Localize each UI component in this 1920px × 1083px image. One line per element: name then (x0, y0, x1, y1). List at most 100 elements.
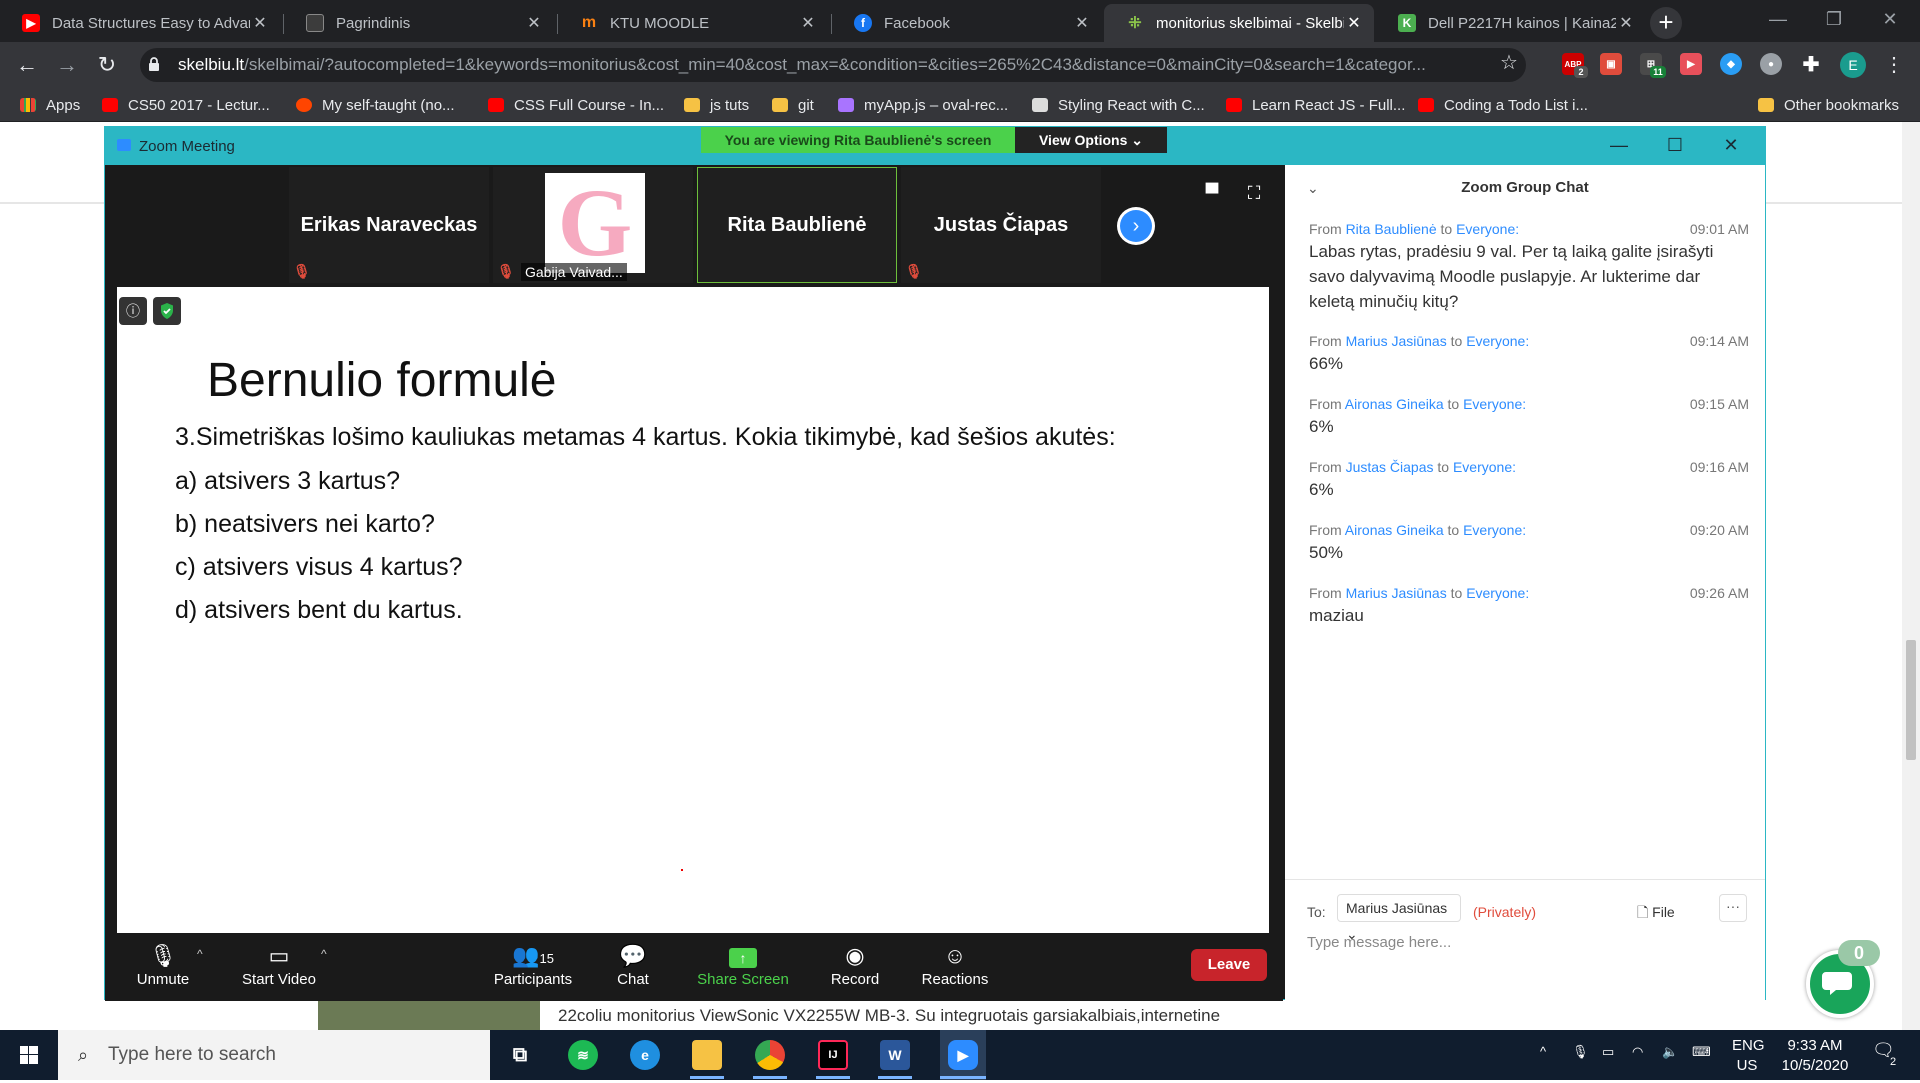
leave-button[interactable]: Leave (1191, 949, 1267, 981)
close-tab-icon[interactable]: ✕ (1616, 13, 1636, 33)
battery-icon[interactable]: ▭ (1602, 1044, 1614, 1060)
file-button[interactable]: 🗋 File (1637, 902, 1675, 926)
zoom-window-title: Zoom Meeting (139, 138, 235, 155)
tab-skelbiu[interactable]: ⁜ monitorius skelbimai - Skelbiu.lt ✕ (1104, 4, 1374, 42)
volume-icon[interactable]: 🔈 (1662, 1044, 1678, 1060)
close-window-icon[interactable]: ✕ (1862, 0, 1918, 38)
file-explorer-icon[interactable] (692, 1040, 722, 1070)
layout-toggle-icon[interactable]: ▀ (1201, 183, 1223, 205)
bookmark-label: js tuts (710, 96, 750, 114)
bookmark-styling-react[interactable]: Styling React with C... (1032, 95, 1205, 115)
listing-description[interactable]: 22coliu monitorius ViewSonic VX2255W MB-… (558, 1006, 1220, 1026)
extension-db-icon[interactable]: ● (1760, 53, 1782, 75)
zoom-minimize-icon[interactable]: — (1599, 135, 1639, 155)
bookmarks-bar: Apps CS50 2017 - Lectur... My self-taugh… (0, 88, 1920, 122)
bookmark-cs50[interactable]: CS50 2017 - Lectur... (102, 95, 270, 115)
page-scrollbar-thumb[interactable] (1906, 640, 1916, 760)
zoom-maximize-icon[interactable]: ☐ (1655, 135, 1695, 155)
bookmark-star-icon[interactable]: ☆ (1500, 50, 1518, 75)
word-letter: W (888, 1047, 902, 1063)
close-tab-icon[interactable]: ✕ (1072, 13, 1092, 33)
reload-icon[interactable]: ↻ (92, 50, 122, 80)
bookmark-folder-js-tuts[interactable]: js tuts (684, 95, 749, 115)
edge-icon[interactable]: e (630, 1040, 660, 1070)
recipient-select[interactable]: Marius Jasiūnas ⌄ (1337, 894, 1461, 942)
forward-arrow-icon[interactable]: → (52, 50, 82, 80)
video-options-caret-icon[interactable]: ^ (321, 947, 327, 961)
participant-name: Rita Baublienė (727, 213, 867, 236)
input-language[interactable]: ENG US (1732, 1036, 1765, 1076)
tab-pagrindinis[interactable]: Pagrindinis ✕ (284, 4, 554, 42)
close-tab-icon[interactable]: ✕ (798, 13, 818, 33)
tab-facebook[interactable]: f Facebook ✕ (832, 4, 1102, 42)
audio-options-caret-icon[interactable]: ^ (197, 947, 203, 961)
reddit-icon (296, 98, 312, 112)
lock-icon[interactable] (148, 56, 160, 72)
start-video-button[interactable]: ▭ Start Video (229, 941, 329, 995)
keyboard-icon[interactable]: ⌨ (1692, 1044, 1711, 1060)
address-bar[interactable]: skelbiu.lt/skelbimai/?autocompleted=1&ke… (140, 48, 1526, 82)
participant-tile[interactable]: G Gabija Vaivad... 🎙 (493, 167, 693, 283)
taskbar-search-box[interactable]: ⌕ Type here to search (58, 1030, 490, 1080)
word-icon[interactable]: W (880, 1040, 910, 1070)
bookmark-label: My self-taught (no... (322, 96, 455, 114)
fullscreen-icon[interactable]: ⛶ (1243, 183, 1265, 205)
tab-kaina24[interactable]: K Dell P2217H kainos | Kaina24.lt ✕ (1376, 4, 1646, 42)
back-arrow-icon[interactable]: ← (12, 50, 42, 80)
listing-image[interactable] (318, 1000, 540, 1030)
wifi-icon[interactable]: ◠ (1632, 1044, 1643, 1060)
security-shield-icon[interactable] (153, 297, 181, 325)
bookmark-learn-react[interactable]: Learn React JS - Full... (1226, 95, 1405, 115)
bookmark-css-course[interactable]: CSS Full Course - In... (488, 95, 664, 115)
tab-data-structures[interactable]: ▶ Data Structures Easy to Advanced Cours… (0, 4, 280, 42)
microphone-tray-icon[interactable]: 🎙 (1572, 1044, 1589, 1060)
chat-message: From Marius Jasiūnas to Everyone: 09:26 A… (1309, 585, 1749, 628)
close-tab-icon[interactable]: ✕ (250, 13, 270, 33)
participant-name: Justas Čiapas (933, 213, 1069, 236)
chat-message-input[interactable]: Type message here... (1307, 934, 1727, 951)
reactions-button[interactable]: ☺ Reactions (905, 941, 1005, 995)
minimize-window-icon[interactable]: — (1750, 0, 1806, 38)
bookmark-apps[interactable]: Apps (20, 95, 80, 115)
system-clock[interactable]: 9:33 AM 10/5/2020 (1770, 1036, 1860, 1076)
record-button[interactable]: ◉ Record (805, 941, 905, 995)
close-tab-icon[interactable]: ✕ (1344, 13, 1364, 33)
participant-tile-active-speaker[interactable]: Rita Baublienė (697, 167, 897, 283)
participant-tile[interactable]: Justas Čiapas 🎙 (901, 167, 1101, 283)
message-text: 6% (1309, 417, 1334, 436)
bookmark-todo-list[interactable]: Coding a Todo List i... (1418, 95, 1588, 115)
chat-button[interactable]: 💬 Chat (583, 941, 683, 995)
browser-menu-icon[interactable]: ⋮ (1884, 52, 1904, 78)
share-screen-button[interactable]: ↑ Share Screen (693, 941, 793, 995)
participants-button[interactable]: 👥15 Participants (483, 941, 583, 995)
intellij-icon[interactable]: IJ (818, 1040, 848, 1070)
zoom-taskbar-button[interactable]: ▶ (940, 1030, 986, 1080)
restore-window-icon[interactable]: ❐ (1806, 0, 1862, 38)
extension-red-icon[interactable]: ▣ (1600, 53, 1622, 75)
tab-ktu-moodle[interactable]: m KTU MOODLE ✕ (558, 4, 828, 42)
notification-count: 2 (1890, 1056, 1897, 1068)
info-icon[interactable]: ⓘ (119, 297, 147, 325)
show-hidden-icons[interactable]: ^ (1540, 1044, 1546, 1059)
page-scrollbar[interactable] (1902, 122, 1920, 1030)
new-tab-button[interactable]: + (1650, 7, 1682, 39)
close-tab-icon[interactable]: ✕ (524, 13, 544, 33)
extensions-puzzle-icon[interactable]: ✚ (1800, 53, 1822, 76)
windows-start-button[interactable] (0, 1030, 58, 1080)
recipient-value: Marius Jasiūnas (1346, 900, 1448, 916)
profile-avatar[interactable]: E (1840, 52, 1866, 78)
view-options-button[interactable]: View Options ⌄ (1015, 127, 1167, 153)
task-view-icon[interactable]: ⧉ (505, 1040, 535, 1070)
participant-tile[interactable]: Erikas Naraveckas 🎙 (289, 167, 489, 283)
bookmark-other[interactable]: Other bookmarks (1758, 95, 1899, 115)
more-options-button[interactable]: ··· (1719, 894, 1747, 922)
next-participants-button[interactable]: › (1117, 207, 1155, 245)
extension-blue-icon[interactable]: ◆ (1720, 53, 1742, 75)
bookmark-reddit[interactable]: My self-taught (no... (296, 95, 455, 115)
extension-record-icon[interactable]: ▶ (1680, 53, 1702, 75)
bookmark-codepen[interactable]: myApp.js – oval-rec... (838, 95, 1008, 115)
chrome-icon[interactable] (755, 1040, 785, 1070)
zoom-close-icon[interactable]: ✕ (1711, 135, 1751, 155)
spotify-icon[interactable]: ≋ (568, 1040, 598, 1070)
bookmark-folder-git[interactable]: git (772, 95, 814, 115)
